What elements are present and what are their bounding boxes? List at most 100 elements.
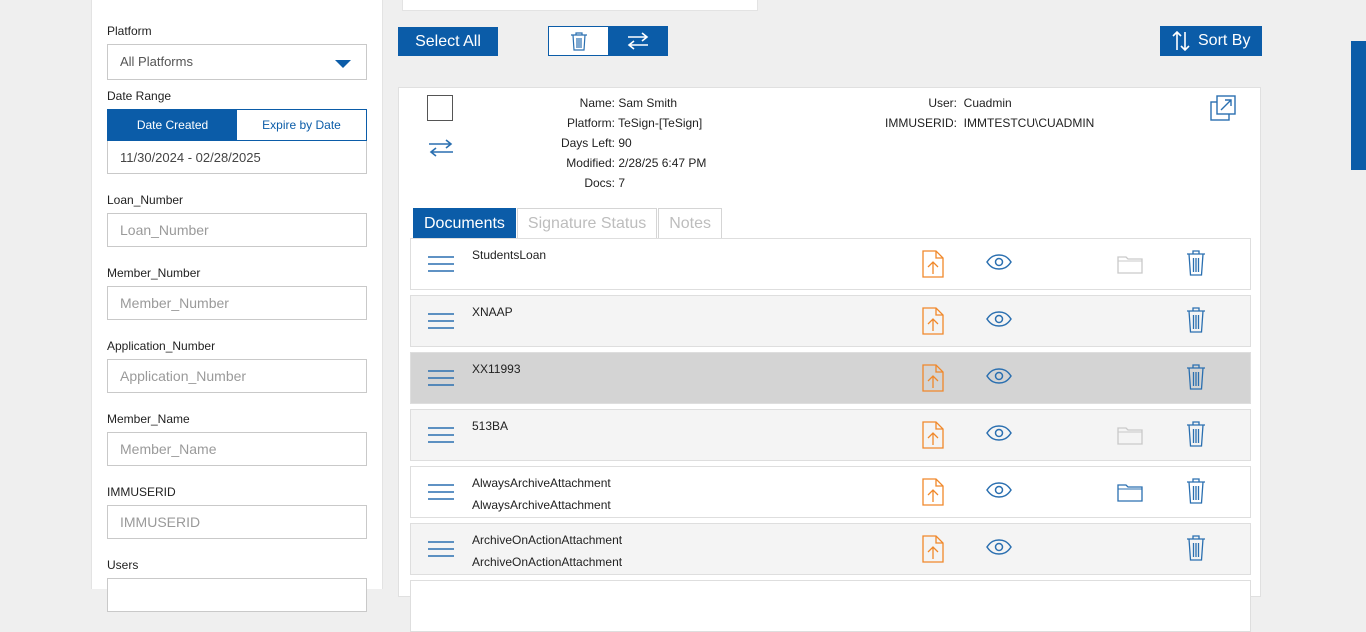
immuserid-input[interactable] (107, 505, 367, 539)
folder-icon[interactable] (1117, 482, 1143, 507)
platform-select-value: All Platforms (120, 54, 193, 69)
drag-handle-icon[interactable] (428, 426, 454, 449)
upload-file-icon[interactable] (922, 535, 944, 568)
upload-file-icon[interactable] (922, 478, 944, 511)
package-platform-row: Platform: TeSign-[TeSign] (545, 116, 702, 130)
document-name: 513BA (472, 419, 509, 433)
date-range-input[interactable]: 11/30/2024 - 02/28/2025 (107, 141, 367, 174)
package-modified: 2/28/25 6:47 PM (618, 156, 707, 170)
package-docs-row: Docs: 7 (545, 176, 625, 190)
member-number-input[interactable] (107, 286, 367, 320)
platform-label: Platform (107, 24, 152, 38)
sort-arrows-icon (1172, 31, 1190, 51)
package-immuserid: IMMTESTCU\CUADMIN (963, 116, 1095, 130)
days-left-label: Days Left: (560, 136, 615, 150)
upload-file-icon[interactable] (922, 364, 944, 397)
eye-icon[interactable] (986, 311, 1012, 332)
date-created-option[interactable]: Date Created (108, 110, 237, 140)
folder-icon (1117, 254, 1143, 279)
member-number-label: Member_Number (107, 266, 201, 280)
package-tabs: Documents Signature Status Notes (413, 208, 723, 238)
trash-icon[interactable] (1186, 421, 1206, 452)
document-name: XNAAP (472, 305, 513, 319)
drag-handle-icon[interactable] (428, 255, 454, 278)
document-row[interactable]: ArchiveOnActionAttachment ArchiveOnAction… (410, 523, 1251, 575)
package-card: Name: Sam Smith Platform: TeSign-[TeSign… (398, 87, 1261, 632)
chevron-down-icon (335, 60, 351, 68)
tab-signature-status[interactable]: Signature Status (516, 208, 658, 238)
document-row[interactable]: XX11993 (410, 352, 1251, 404)
bulk-transfer-button[interactable] (608, 27, 667, 55)
immuserid-label-card: IMMUSERID: (885, 116, 957, 130)
platform-label-card: Platform: (566, 116, 615, 130)
name-label: Name: (579, 96, 615, 110)
filter-sidebar: Platform All Platforms Date Range Date C… (91, 0, 383, 612)
expire-by-date-option[interactable]: Expire by Date (237, 110, 366, 140)
eye-icon[interactable] (986, 425, 1012, 446)
document-row[interactable]: XNAAP (410, 295, 1251, 347)
open-external-icon[interactable] (1210, 95, 1236, 121)
package-user-row: User: Cuadmin (869, 96, 1012, 110)
package-name-row: Name: Sam Smith (545, 96, 677, 110)
trash-icon[interactable] (1186, 478, 1206, 509)
upload-file-icon[interactable] (922, 250, 944, 283)
eye-icon[interactable] (986, 539, 1012, 560)
date-range-toggle: Date Created Expire by Date (107, 109, 367, 141)
upload-file-icon[interactable] (922, 421, 944, 454)
document-subtitle: ArchiveOnActionAttachment (472, 555, 623, 569)
sort-by-label: Sort By (1198, 32, 1251, 49)
tab-notes[interactable]: Notes (658, 208, 723, 238)
drag-handle-icon[interactable] (428, 312, 454, 335)
platform-select[interactable]: All Platforms (107, 44, 367, 80)
transfer-icon[interactable] (427, 138, 455, 158)
member-name-input[interactable] (107, 432, 367, 466)
package-user: Cuadmin (963, 96, 1012, 110)
eye-icon[interactable] (986, 254, 1012, 275)
package-docs: 7 (618, 176, 626, 190)
bulk-delete-button[interactable] (549, 27, 608, 55)
application-number-input[interactable] (107, 359, 367, 393)
swap-arrows-icon (627, 32, 648, 50)
search-box-remnant (402, 0, 758, 11)
drag-handle-icon[interactable] (428, 540, 454, 563)
bulk-action-group (548, 26, 668, 56)
trash-icon[interactable] (1186, 307, 1206, 338)
document-name: XX11993 (472, 362, 521, 376)
document-subtitle: AlwaysArchiveAttachment (472, 498, 611, 512)
trash-icon[interactable] (1186, 250, 1206, 281)
tab-documents[interactable]: Documents (413, 208, 516, 238)
package-days-left-row: Days Left: 90 (545, 136, 632, 150)
package-immuserid-row: IMMUSERID: IMMTESTCU\CUADMIN (869, 116, 1094, 130)
users-select[interactable] (107, 578, 367, 612)
loan-number-input[interactable] (107, 213, 367, 247)
docs-label: Docs: (584, 176, 615, 190)
application-number-label: Application_Number (107, 339, 216, 353)
document-row[interactable]: StudentsLoan (410, 238, 1251, 290)
drag-handle-icon[interactable] (428, 369, 454, 392)
trash-icon[interactable] (1186, 364, 1206, 395)
side-panel-tab[interactable] (1351, 41, 1366, 170)
eye-icon[interactable] (986, 368, 1012, 389)
trash-icon[interactable] (1186, 535, 1206, 566)
package-days-left: 90 (618, 136, 632, 150)
select-all-button[interactable]: Select All (398, 27, 498, 56)
document-row[interactable] (410, 580, 1251, 632)
upload-file-icon[interactable] (922, 307, 944, 340)
date-range-label: Date Range (107, 89, 172, 103)
document-row[interactable]: AlwaysArchiveAttachment AlwaysArchiveAtta… (410, 466, 1251, 518)
users-label: Users (107, 558, 139, 572)
package-name: Sam Smith (618, 96, 678, 110)
member-name-label: Member_Name (107, 412, 190, 426)
loan-number-label: Loan_Number (107, 193, 184, 207)
user-label: User: (928, 96, 957, 110)
package-modified-row: Modified: 2/28/25 6:47 PM (545, 156, 706, 170)
drag-handle-icon[interactable] (428, 483, 454, 506)
eye-icon[interactable] (986, 482, 1012, 503)
sort-by-button[interactable]: Sort By (1160, 26, 1262, 56)
document-name: StudentsLoan (472, 248, 547, 262)
modified-label: Modified: (566, 156, 615, 170)
trash-icon (570, 32, 587, 51)
document-name: ArchiveOnActionAttachment (472, 533, 623, 547)
document-row[interactable]: 513BA (410, 409, 1251, 461)
package-checkbox[interactable] (427, 95, 453, 121)
